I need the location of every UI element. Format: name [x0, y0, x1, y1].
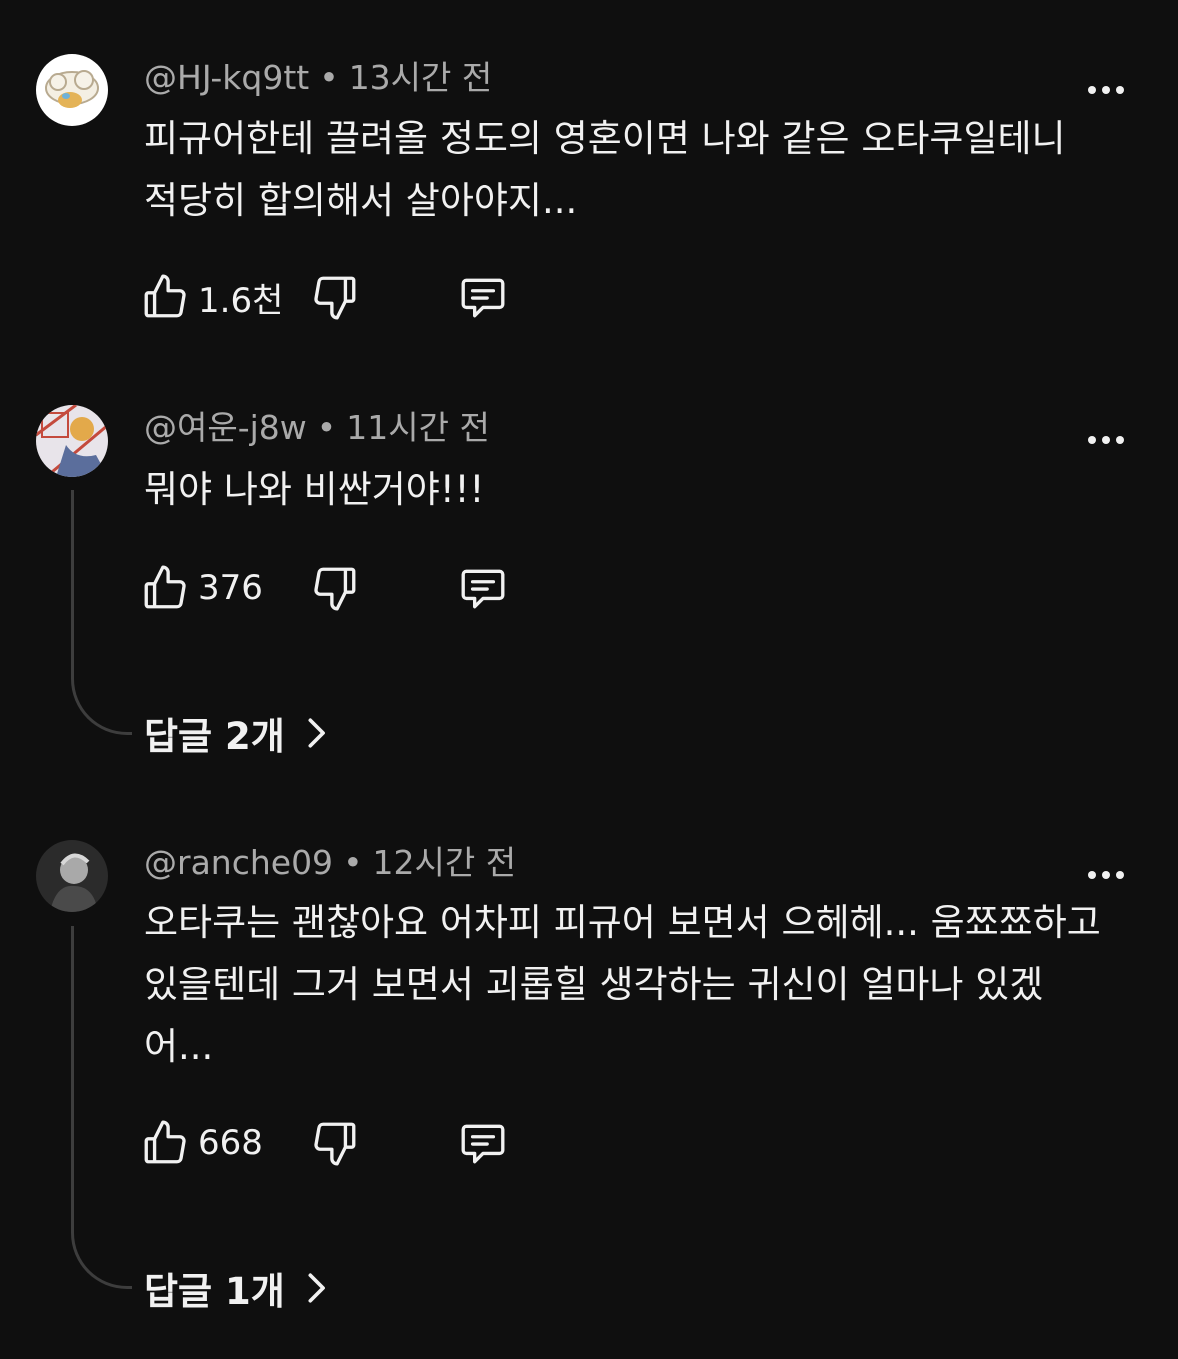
comment-icon: [461, 1124, 505, 1164]
comment-text: 피규어한테 끌려올 정도의 영혼이면 나와 같은 오타쿠일테니 적당히 합의해서…: [144, 117, 1066, 222]
reply-button[interactable]: [458, 1115, 508, 1171]
dislike-button[interactable]: [310, 269, 360, 325]
comment-meta: @여운-j8w • 11시간 전: [144, 406, 490, 450]
author-name[interactable]: @여운-j8w: [144, 408, 307, 447]
timestamp[interactable]: 11시간 전: [346, 408, 490, 447]
more-dots-icon: [1088, 436, 1124, 444]
replies-label: 답글 1개: [144, 1270, 285, 1313]
reply-button[interactable]: [458, 269, 508, 325]
thread-line: [71, 926, 132, 1289]
more-options-button[interactable]: [1084, 853, 1128, 897]
comment-actions: 668: [140, 1115, 560, 1171]
view-replies-button[interactable]: 답글 1개: [144, 1261, 333, 1315]
avatar[interactable]: [36, 405, 108, 477]
author-name[interactable]: @ranche09: [144, 843, 333, 882]
thumbs-up-icon: [144, 1120, 186, 1164]
comment-text: 뭐야 나와 비싼거야!!!: [144, 468, 485, 511]
thumbs-down-icon: [314, 567, 356, 611]
replies-label: 답글 2개: [144, 715, 285, 758]
more-options-button[interactable]: [1084, 418, 1128, 462]
thumbs-down-icon: [314, 276, 356, 320]
like-button[interactable]: 376: [140, 560, 263, 616]
avatar[interactable]: [36, 54, 108, 126]
avatar[interactable]: [36, 840, 108, 912]
like-button[interactable]: 1.6천: [140, 269, 283, 325]
comment-actions: 376: [140, 560, 560, 616]
comment-icon: [461, 569, 505, 609]
dislike-button[interactable]: [310, 560, 360, 616]
comment-actions: 1.6천: [140, 269, 560, 325]
separator-dot: •: [343, 843, 363, 882]
separator-dot: •: [319, 58, 339, 97]
thread-line: [71, 490, 132, 735]
comment-icon: [461, 278, 505, 318]
timestamp[interactable]: 12시간 전: [373, 843, 517, 882]
thumbs-up-icon: [144, 565, 186, 609]
more-dots-icon: [1088, 86, 1124, 94]
like-count: 1.6천: [198, 280, 284, 321]
comment-meta: @ranche09 • 12시간 전: [144, 841, 516, 885]
like-count: 668: [198, 1123, 263, 1163]
like-count: 376: [198, 568, 263, 608]
thumbs-up-icon: [144, 274, 186, 318]
reply-button[interactable]: [458, 560, 508, 616]
comment-meta: @HJ-kq9tt • 13시간 전: [144, 56, 492, 100]
timestamp[interactable]: 13시간 전: [349, 58, 493, 97]
chevron-right-icon: [308, 1273, 325, 1303]
more-options-button[interactable]: [1084, 68, 1128, 112]
chevron-right-icon: [308, 718, 325, 748]
view-replies-button[interactable]: 답글 2개: [144, 706, 333, 760]
separator-dot: •: [316, 408, 337, 447]
more-dots-icon: [1088, 871, 1124, 879]
dislike-button[interactable]: [310, 1115, 360, 1171]
like-button[interactable]: 668: [140, 1115, 263, 1171]
author-name[interactable]: @HJ-kq9tt: [144, 58, 309, 97]
comment-text: 오타쿠는 괜찮아요 어차피 피규어 보면서 으헤헤... 움쬬쬬하고 있을텐데 …: [144, 901, 1101, 1068]
thumbs-down-icon: [314, 1122, 356, 1166]
